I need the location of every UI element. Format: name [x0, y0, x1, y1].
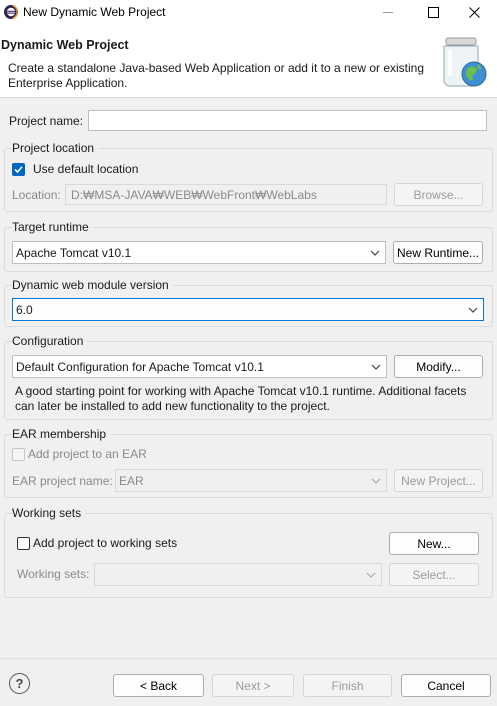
finish-button[interactable]: Finish — [303, 674, 392, 697]
maximize-icon[interactable] — [411, 0, 456, 24]
back-button[interactable]: < Back — [113, 674, 204, 697]
chevron-down-icon — [371, 364, 381, 370]
chevron-down-icon — [370, 250, 380, 256]
use-default-location-label: Use default location — [33, 162, 139, 176]
target-runtime-title: Target runtime — [12, 220, 93, 234]
location-value: D:₩MSA-JAVA₩WEB₩WebFront₩WebLabs — [71, 188, 317, 202]
wizard-banner: Dynamic Web Project Create a standalone … — [0, 24, 497, 98]
working-sets-title: Working sets — [12, 506, 86, 520]
ear-project-name-select[interactable]: EAR — [115, 469, 387, 492]
configuration-description: A good starting point for working with A… — [15, 384, 467, 413]
new-runtime-button[interactable]: New Runtime... — [393, 241, 483, 264]
project-name-input[interactable] — [88, 110, 487, 131]
module-version-select[interactable]: 6.0 — [12, 298, 484, 321]
configuration-select[interactable]: Default Configuration for Apache Tomcat … — [12, 355, 387, 378]
project-location-title: Project location — [12, 141, 99, 155]
working-sets-select[interactable] — [94, 563, 382, 586]
chevron-down-icon — [468, 307, 478, 313]
chevron-down-icon — [371, 478, 381, 484]
next-button[interactable]: Next > — [212, 674, 294, 697]
web-project-jar-icon — [443, 37, 487, 87]
ear-project-name-label: EAR project name: — [12, 474, 113, 488]
chevron-down-icon — [366, 572, 376, 578]
banner-description: Create a standalone Java-based Web Appli… — [8, 61, 425, 90]
close-icon[interactable] — [452, 0, 497, 24]
working-sets-label: Working sets: — [17, 567, 90, 581]
add-to-ear-label: Add project to an EAR — [28, 447, 147, 461]
ear-project-name-value: EAR — [119, 474, 144, 488]
new-working-set-button[interactable]: New... — [389, 532, 479, 555]
title-bar: New Dynamic Web Project — [0, 0, 497, 24]
minimize-icon[interactable] — [366, 0, 411, 24]
add-to-working-sets-checkbox[interactable] — [17, 537, 30, 550]
cancel-button[interactable]: Cancel — [401, 674, 491, 697]
add-to-ear-checkbox[interactable] — [12, 448, 25, 461]
target-runtime-value: Apache Tomcat v10.1 — [16, 246, 132, 260]
configuration-title: Configuration — [12, 334, 88, 348]
select-working-sets-button[interactable]: Select... — [389, 563, 479, 586]
module-version-value: 6.0 — [16, 303, 33, 317]
new-ear-project-button[interactable]: New Project... — [394, 469, 483, 492]
location-label: Location: — [12, 188, 61, 202]
eclipse-app-icon — [4, 4, 18, 20]
location-input[interactable]: D:₩MSA-JAVA₩WEB₩WebFront₩WebLabs — [65, 184, 387, 205]
use-default-location-checkbox[interactable] — [12, 163, 25, 176]
configuration-value: Default Configuration for Apache Tomcat … — [16, 360, 264, 374]
add-to-working-sets-label: Add project to working sets — [33, 536, 178, 550]
project-name-label: Project name: — [9, 114, 84, 128]
help-icon[interactable]: ? — [9, 673, 30, 694]
banner-title: Dynamic Web Project — [1, 38, 129, 52]
modify-button[interactable]: Modify... — [394, 355, 483, 378]
checkmark-icon — [14, 166, 23, 174]
window-title: New Dynamic Web Project — [23, 5, 166, 19]
module-version-title: Dynamic web module version — [12, 278, 173, 292]
browse-button[interactable]: Browse... — [394, 183, 483, 206]
footer-separator — [0, 658, 497, 659]
target-runtime-select[interactable]: Apache Tomcat v10.1 — [12, 241, 386, 264]
ear-membership-title: EAR membership — [12, 427, 111, 441]
